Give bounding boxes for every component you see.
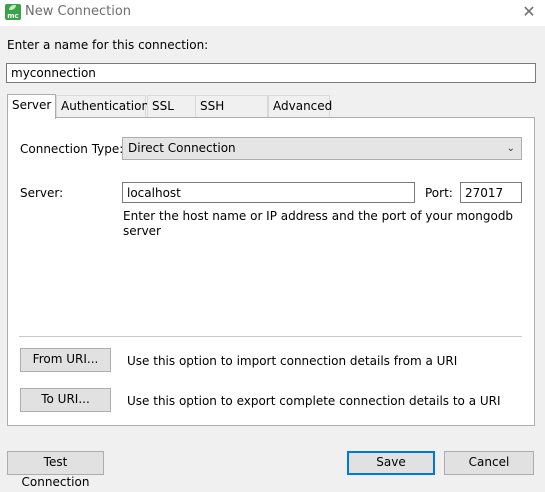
test-connection-button[interactable]: Test Connection	[7, 451, 104, 489]
tab-advanced[interactable]: Advanced	[268, 95, 332, 117]
connection-type-select[interactable]: Direct Connection ⌄	[122, 137, 522, 160]
server-label: Server:	[20, 186, 64, 200]
from-uri-description: Use this option to import connection det…	[127, 354, 458, 368]
divider	[19, 336, 522, 337]
server-tab-panel	[7, 117, 535, 426]
tab-ssh-tunnel[interactable]: SSH Tunnel	[195, 95, 268, 133]
to-uri-description: Use this option to export complete conne…	[127, 394, 501, 408]
port-input[interactable]	[460, 182, 522, 203]
server-hint: Enter the host name or IP address and th…	[123, 209, 514, 238]
cancel-button[interactable]: Cancel	[444, 451, 534, 475]
app-icon-text: mc	[7, 12, 19, 20]
to-uri-button[interactable]: To URI...	[20, 388, 111, 412]
tab-ssl[interactable]: SSL	[147, 95, 196, 117]
connection-type-label: Connection Type:	[20, 142, 124, 156]
server-input[interactable]	[122, 182, 415, 203]
from-uri-button[interactable]: From URI...	[20, 348, 111, 372]
connection-type-value: Direct Connection	[128, 141, 236, 155]
chevron-down-icon: ⌄	[506, 143, 515, 154]
tab-server[interactable]: Server	[7, 94, 56, 119]
tab-authentication[interactable]: Authentication	[56, 95, 149, 117]
port-label: Port:	[425, 186, 453, 200]
window-title: New Connection	[25, 4, 132, 19]
mongo-leaf-icon: mc	[5, 4, 21, 20]
save-button[interactable]: Save	[347, 451, 435, 475]
close-icon[interactable]: ✕	[518, 1, 540, 23]
connection-name-input[interactable]	[6, 63, 536, 83]
connection-name-label: Enter a name for this connection:	[7, 38, 209, 52]
